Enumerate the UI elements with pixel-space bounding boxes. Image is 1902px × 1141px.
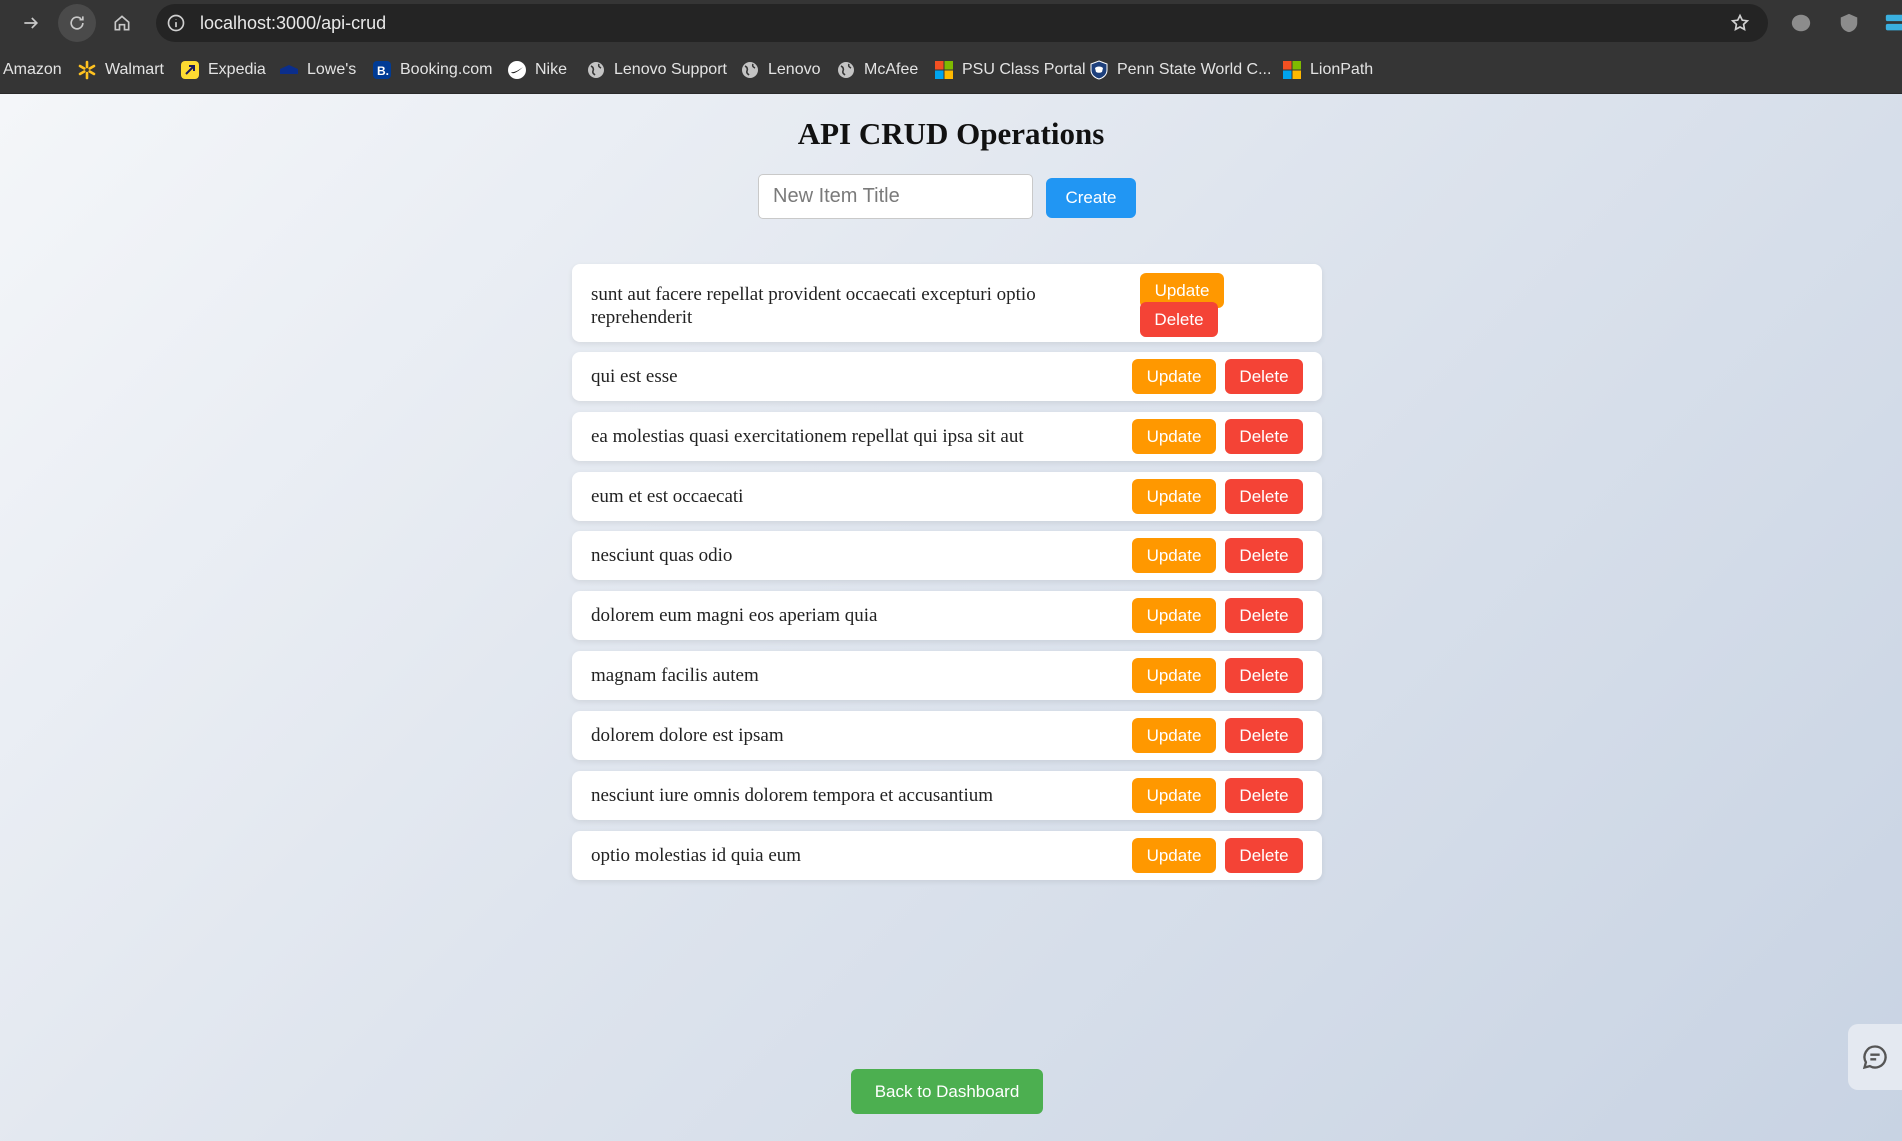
list-item: dolorem eum magni eos aperiam quia Updat… <box>572 591 1322 640</box>
nike-icon <box>507 60 527 80</box>
globe-icon <box>586 60 606 80</box>
new-item-title-input[interactable] <box>758 174 1033 219</box>
list-item: optio molestias id quia eum Update Delet… <box>572 831 1322 880</box>
page-title: API CRUD Operations <box>797 116 1105 151</box>
bookmark-nike[interactable]: Nike <box>507 46 567 94</box>
psu-shield-icon <box>1089 60 1109 80</box>
delete-button[interactable]: Delete <box>1225 598 1303 633</box>
update-button[interactable]: Update <box>1132 479 1216 514</box>
list-item: magnam facilis autem Update Delete <box>572 651 1322 700</box>
bookmark-label: McAfee <box>864 61 919 78</box>
delete-button[interactable]: Delete <box>1225 359 1303 394</box>
bookmark-booking[interactable]: B. Booking.com <box>372 46 493 94</box>
expedia-icon <box>180 60 200 80</box>
delete-button[interactable]: Delete <box>1140 302 1218 337</box>
update-button[interactable]: Update <box>1132 419 1216 454</box>
bookmark-lenovo[interactable]: Lenovo <box>740 46 821 94</box>
lowes-icon <box>279 60 299 80</box>
list-item: eum et est occaecati Update Delete <box>572 472 1322 521</box>
bookmark-label: PSU Class Portal <box>962 61 1086 78</box>
item-title: qui est esse <box>591 366 678 387</box>
list-item: ea molestias quasi exercitationem repell… <box>572 412 1322 461</box>
extension-icon[interactable] <box>1790 12 1812 34</box>
bookmark-label: LionPath <box>1310 61 1374 78</box>
forward-button[interactable] <box>12 4 50 42</box>
bookmark-label: Nike <box>535 61 568 78</box>
delete-button[interactable]: Delete <box>1225 718 1303 753</box>
microsoft-icon <box>1282 60 1302 80</box>
update-button[interactable]: Update <box>1132 718 1216 753</box>
bookmark-lionpath[interactable]: LionPath <box>1282 46 1373 94</box>
bookmark-label: Lowe's <box>307 61 357 78</box>
list-item: sunt aut facere repellat provident occae… <box>572 264 1322 342</box>
bookmark-star-icon[interactable] <box>1730 13 1750 33</box>
shield-extension-icon[interactable] <box>1838 12 1860 34</box>
arrow-right-icon <box>24 17 39 29</box>
item-title: nesciunt iure omnis dolorem tempora et a… <box>591 785 994 806</box>
booking-icon: B. <box>372 60 392 80</box>
bookmark-label: Amazon <box>3 61 62 78</box>
item-title: dolorem dolore est ipsam <box>591 725 784 746</box>
reload-button[interactable] <box>58 4 96 42</box>
browser-toolbar: localhost:3000/api-crud <box>0 0 1902 46</box>
item-title: magnam facilis autem <box>591 665 759 686</box>
item-title: ea molestias quasi exercitationem repell… <box>591 426 1024 447</box>
bookmark-label: Penn State World C... <box>1117 61 1272 78</box>
delete-button[interactable]: Delete <box>1225 538 1303 573</box>
microsoft-icon <box>934 60 954 80</box>
url-text: localhost:3000/api-crud <box>200 13 387 33</box>
delete-button[interactable]: Delete <box>1225 838 1303 873</box>
delete-button[interactable]: Delete <box>1225 658 1303 693</box>
update-button[interactable]: Update <box>1132 598 1216 633</box>
delete-button[interactable]: Delete <box>1225 778 1303 813</box>
list-item: nesciunt iure omnis dolorem tempora et a… <box>572 771 1322 820</box>
update-button[interactable]: Update <box>1132 359 1216 394</box>
globe-icon <box>836 60 856 80</box>
bookmark-lowes[interactable]: Lowe's <box>279 46 356 94</box>
bookmark-amazon[interactable]: Amazon <box>3 46 62 94</box>
item-title: optio molestias id quia eum <box>591 845 802 866</box>
bookmark-mcafee[interactable]: McAfee <box>836 46 918 94</box>
server-extension-icon[interactable] <box>1884 12 1902 34</box>
bookmark-penn-state-world-campus[interactable]: Penn State World C... <box>1089 46 1271 94</box>
bookmark-lenovo-support[interactable]: Lenovo Support <box>586 46 727 94</box>
back-to-dashboard-button[interactable]: Back to Dashboard <box>851 1069 1043 1114</box>
item-title: nesciunt quas odio <box>591 545 733 566</box>
chat-button[interactable] <box>1848 1024 1902 1090</box>
bookmark-label: Expedia <box>208 61 266 78</box>
bookmark-psu-class-portal[interactable]: PSU Class Portal <box>934 46 1086 94</box>
page-content: API CRUD Operations Create sunt aut face… <box>0 94 1902 1141</box>
create-button[interactable]: Create <box>1046 178 1136 218</box>
bookmark-label: Walmart <box>105 61 164 78</box>
globe-icon <box>740 60 760 80</box>
update-button[interactable]: Update <box>1132 658 1216 693</box>
update-button[interactable]: Update <box>1132 778 1216 813</box>
update-button[interactable]: Update <box>1132 538 1216 573</box>
list-item: nesciunt quas odio Update Delete <box>572 531 1322 580</box>
delete-button[interactable]: Delete <box>1225 419 1303 454</box>
item-title: eum et est occaecati <box>591 486 744 507</box>
walmart-spark-icon <box>77 60 97 80</box>
update-button[interactable]: Update <box>1132 838 1216 873</box>
bookmark-walmart[interactable]: Walmart <box>77 46 164 94</box>
item-title: dolorem eum magni eos aperiam quia <box>591 605 878 626</box>
item-title: sunt aut facere repellat provident occae… <box>591 284 1036 328</box>
bookmarks-bar: Amazon Walmart Expedia Lowe's B. Booking… <box>0 46 1902 94</box>
home-icon <box>114 15 130 31</box>
bookmark-expedia[interactable]: Expedia <box>180 46 266 94</box>
site-info-icon[interactable] <box>166 13 186 33</box>
list-item: qui est esse Update Delete <box>572 352 1322 401</box>
address-bar[interactable]: localhost:3000/api-crud <box>156 4 1768 42</box>
reload-icon <box>70 16 84 30</box>
bookmark-label: Lenovo Support <box>614 61 727 78</box>
chat-icon <box>1862 1045 1887 1070</box>
home-button[interactable] <box>103 4 141 42</box>
bookmark-label: Booking.com <box>400 61 493 78</box>
svg-text:B.: B. <box>377 64 389 78</box>
delete-button[interactable]: Delete <box>1225 479 1303 514</box>
bookmark-label: Lenovo <box>768 61 821 78</box>
list-item: dolorem dolore est ipsam Update Delete <box>572 711 1322 760</box>
